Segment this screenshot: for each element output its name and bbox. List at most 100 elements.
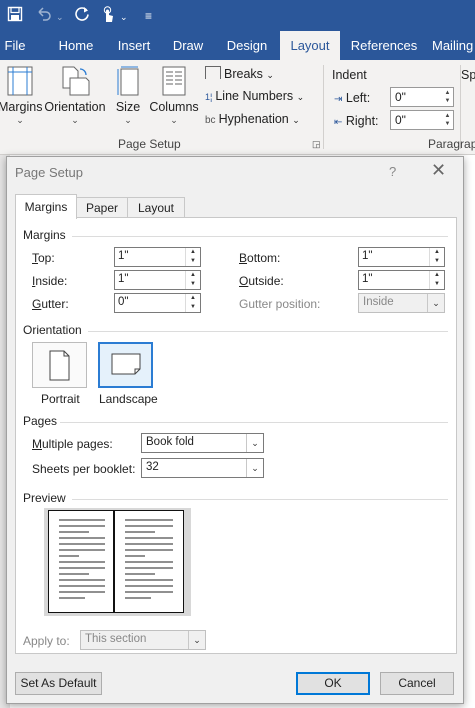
breaks-label: Breaks — [224, 67, 263, 81]
ok-button[interactable]: OK — [296, 672, 370, 695]
tab-margins[interactable]: Margins — [15, 194, 77, 219]
spacing-heading: Sp — [461, 68, 475, 82]
cancel-button[interactable]: Cancel — [380, 672, 454, 695]
indent-left-spinner[interactable]: ▲ ▼ — [443, 89, 452, 105]
bottom-margin-input[interactable]: 1" ▲ ▼ — [358, 247, 445, 267]
landscape-icon — [111, 353, 141, 375]
landscape-option[interactable] — [98, 342, 153, 388]
tab-insert[interactable]: Insert — [110, 31, 158, 60]
sheets-per-booklet-select[interactable]: 32 ⌄ — [141, 458, 264, 478]
orientation-icon — [62, 66, 90, 96]
top-margin-input[interactable]: 1" ▲ ▼ — [114, 247, 201, 267]
touch-mode-dropdown-icon[interactable]: ⌄ — [120, 8, 128, 26]
undo-dropdown-icon[interactable]: ⌄ — [56, 8, 64, 26]
indent-left-input[interactable]: 0" ▲ ▼ — [390, 87, 454, 107]
columns-icon — [162, 66, 186, 96]
indent-right-label: ⇤ Right: — [334, 114, 379, 128]
preview-image — [44, 508, 191, 616]
bottom-label: Bottom: — [239, 251, 281, 265]
paragraph-group-label: Paragrap — [428, 137, 475, 151]
apply-to-label: Apply to: — [23, 634, 70, 648]
outside-margin-input[interactable]: 1" ▲ ▼ — [358, 270, 445, 290]
top-margin-spinner[interactable]: ▲ ▼ — [185, 248, 200, 266]
tab-layout[interactable]: Layout — [280, 31, 340, 60]
indent-right-icon: ⇤ — [334, 117, 343, 128]
ribbon-layout: Margins ⌄ Orientation ⌄ Size ⌄ Columns ⌄… — [0, 60, 475, 155]
margins-section-heading: Margins — [23, 228, 66, 242]
preview-section-heading: Preview — [23, 491, 66, 505]
quick-access-toolbar: ⌄ ⌄ ≡ — [0, 0, 475, 31]
indent-left-icon: ⇥ — [334, 94, 343, 105]
hyphenation-button[interactable]: bc Hyphenation ⌄ — [205, 112, 300, 126]
margins-icon — [7, 66, 33, 96]
hyphenation-label: Hyphenation — [218, 112, 289, 126]
orientation-dropdown-icon: ⌄ — [71, 115, 79, 125]
outside-label: Outside: — [239, 274, 284, 288]
line-numbers-button[interactable]: 1¦ Line Numbers ⌄ — [205, 89, 304, 103]
hyphenation-dropdown-icon: ⌄ — [292, 115, 300, 125]
gutter-input[interactable]: 0" ▲ ▼ — [114, 293, 201, 313]
save-icon[interactable] — [7, 6, 23, 27]
page-setup-group-label: Page Setup — [118, 137, 181, 151]
chevron-down-icon: ⌄ — [427, 294, 444, 312]
tab-paper[interactable]: Paper — [75, 197, 129, 218]
inside-label: Inside: — [32, 274, 68, 288]
chevron-down-icon: ⌄ — [246, 459, 263, 477]
indent-right-input[interactable]: 0" ▲ ▼ — [390, 110, 454, 130]
size-label: Size — [115, 100, 141, 114]
size-button[interactable]: Size ⌄ — [114, 66, 142, 126]
section-divider — [88, 331, 448, 332]
breaks-button[interactable]: Breaks ⌄ — [205, 66, 274, 81]
line-numbers-icon: 1¦ — [205, 92, 213, 102]
sheets-per-booklet-label: Sheets per booklet: — [32, 462, 136, 476]
section-divider — [60, 422, 448, 423]
portrait-option[interactable] — [32, 342, 87, 388]
tab-mailings[interactable]: Mailing — [432, 31, 475, 60]
tab-references[interactable]: References — [350, 31, 418, 60]
top-label: Top: — [32, 251, 55, 265]
gutter-spinner[interactable]: ▲ ▼ — [185, 294, 200, 312]
tab-home[interactable]: Home — [50, 31, 102, 60]
gutter-position-label: Gutter position: — [239, 297, 321, 311]
close-button[interactable]: ✕ — [431, 160, 446, 181]
orientation-label: Orientation — [44, 100, 106, 114]
margins-dropdown-icon: ⌄ — [16, 115, 24, 125]
columns-dropdown-icon: ⌄ — [170, 115, 178, 125]
orientation-button[interactable]: Orientation ⌄ — [44, 66, 106, 126]
multiple-pages-select[interactable]: Book fold ⌄ — [141, 433, 264, 453]
section-divider — [72, 236, 448, 237]
indent-left-label: ⇥ Left: — [334, 91, 371, 105]
size-dropdown-icon: ⌄ — [124, 115, 132, 125]
tab-draw[interactable]: Draw — [168, 31, 208, 60]
tab-design[interactable]: Design — [222, 31, 272, 60]
apply-to-select: This section ⌄ — [80, 630, 206, 650]
breaks-dropdown-icon: ⌄ — [266, 70, 274, 80]
indent-right-spinner[interactable]: ▲ ▼ — [443, 112, 452, 128]
line-numbers-label: Line Numbers — [215, 89, 294, 103]
multiple-pages-label: Multiple pages: — [32, 437, 113, 451]
orientation-section-heading: Orientation — [23, 323, 82, 337]
tab-layout-dialog[interactable]: Layout — [127, 197, 185, 218]
redo-icon[interactable] — [74, 6, 90, 27]
line-numbers-dropdown-icon: ⌄ — [296, 92, 305, 102]
ribbon-tabs: File Home Insert Draw Design Layout Refe… — [0, 31, 475, 60]
inside-margin-spinner[interactable]: ▲ ▼ — [185, 271, 200, 289]
bottom-margin-spinner[interactable]: ▲ ▼ — [429, 248, 444, 266]
touch-mode-icon[interactable] — [100, 6, 116, 29]
undo-icon[interactable] — [36, 6, 52, 27]
preview-right-page — [114, 510, 184, 613]
page-setup-launcher-icon[interactable]: ◲ — [312, 139, 321, 150]
help-button[interactable]: ? — [389, 164, 396, 179]
gutter-position-select: Inside ⌄ — [358, 293, 445, 313]
customize-qat-icon[interactable]: ≡ — [145, 7, 152, 25]
outside-margin-spinner[interactable]: ▲ ▼ — [429, 271, 444, 289]
columns-label: Columns — [149, 100, 199, 114]
indent-heading: Indent — [332, 68, 367, 82]
margins-button[interactable]: Margins ⌄ — [0, 66, 42, 126]
set-as-default-button[interactable]: Set As Default — [15, 672, 102, 695]
preview-left-page — [48, 510, 114, 613]
columns-button[interactable]: Columns ⌄ — [148, 66, 200, 126]
inside-margin-input[interactable]: 1" ▲ ▼ — [114, 270, 201, 290]
tab-file[interactable]: File — [0, 31, 30, 60]
gutter-label: Gutter: — [32, 297, 69, 311]
